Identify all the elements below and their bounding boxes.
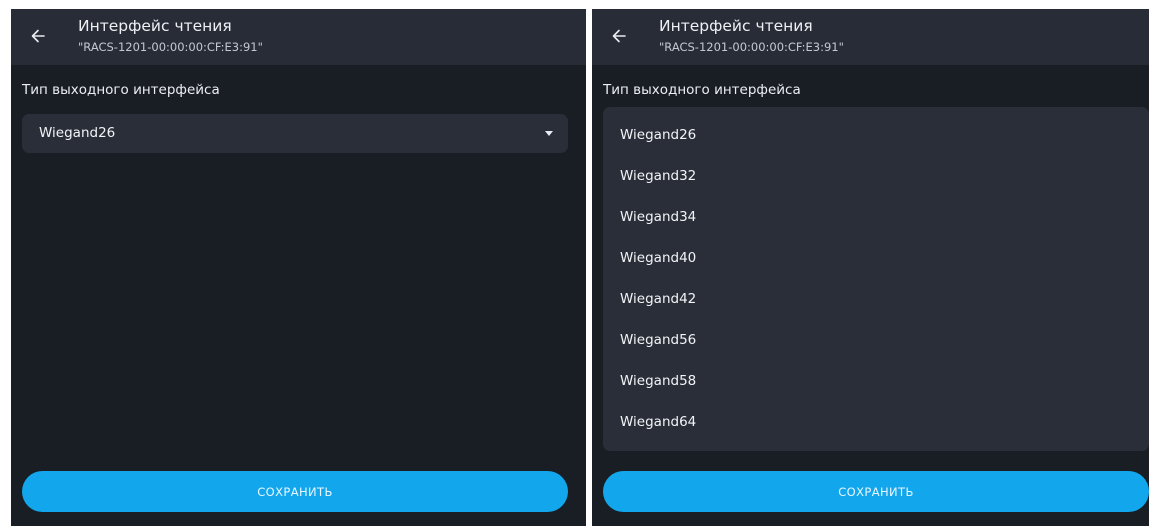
device-id: "RACS-1201-00:00:00:CF:E3:91" — [659, 40, 844, 54]
dropdown-option[interactable]: Wiegand34 — [620, 209, 696, 225]
dropdown-option[interactable]: Wiegand40 — [620, 250, 696, 266]
dropdown-option[interactable]: Wiegand42 — [620, 291, 696, 307]
page-title: Интерфейс чтения — [659, 17, 813, 35]
output-interface-label: Тип выходного интерфейса — [22, 82, 220, 98]
caret-down-icon — [545, 131, 553, 136]
output-interface-label: Тип выходного интерфейса — [603, 82, 801, 98]
save-button[interactable]: СОХРАНИТЬ — [22, 471, 568, 512]
device-id: "RACS-1201-00:00:00:CF:E3:91" — [78, 40, 263, 54]
page-title: Интерфейс чтения — [78, 17, 232, 35]
screen-expanded: Интерфейс чтения "RACS-1201-00:00:00:CF:… — [592, 9, 1149, 526]
dropdown-option[interactable]: Wiegand32 — [620, 168, 696, 184]
dropdown-option[interactable]: Wiegand58 — [620, 373, 696, 389]
screen-collapsed: Интерфейс чтения "RACS-1201-00:00:00:CF:… — [11, 9, 586, 526]
arrow-left-icon[interactable] — [28, 26, 48, 46]
save-button[interactable]: СОХРАНИТЬ — [603, 471, 1149, 512]
dropdown-option[interactable]: Wiegand26 — [620, 127, 696, 143]
output-interface-dropdown-menu: Wiegand26 Wiegand32 Wiegand34 Wiegand40 … — [603, 107, 1149, 451]
dropdown-option[interactable]: Wiegand64 — [620, 414, 696, 430]
dropdown-option[interactable]: Wiegand56 — [620, 332, 696, 348]
app-bar: Интерфейс чтения "RACS-1201-00:00:00:CF:… — [11, 9, 586, 65]
selected-value: Wiegand26 — [39, 125, 116, 141]
app-bar: Интерфейс чтения "RACS-1201-00:00:00:CF:… — [592, 9, 1149, 65]
arrow-left-icon[interactable] — [609, 26, 629, 46]
output-interface-select[interactable]: Wiegand26 — [22, 114, 568, 153]
